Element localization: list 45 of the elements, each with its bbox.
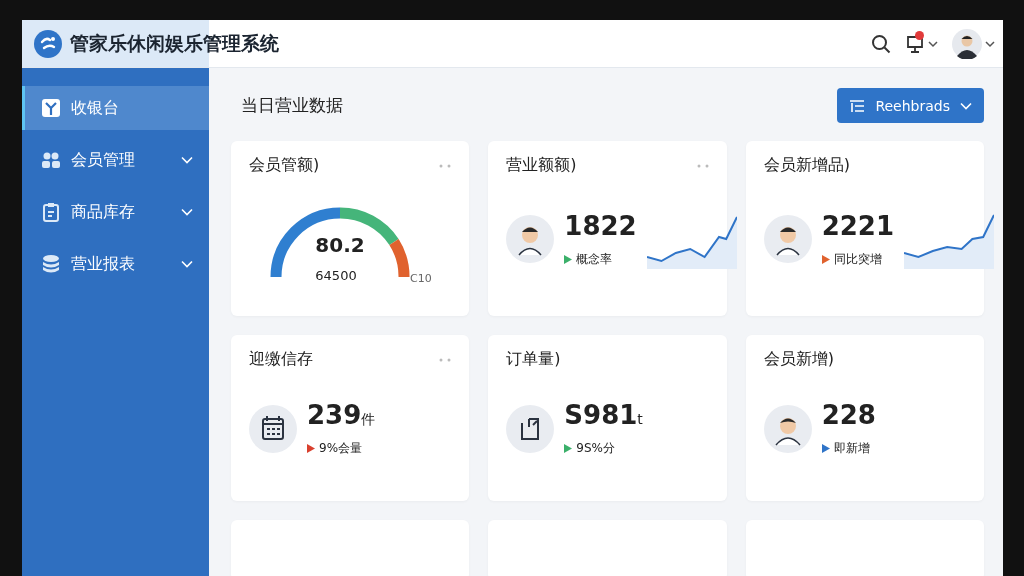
chevron-icon	[181, 260, 193, 268]
gauge-subvalue: 64500	[315, 267, 357, 283]
sidebar-item[interactable]: 商品库存	[22, 190, 209, 234]
chevron-icon	[960, 101, 972, 110]
trend-text: 同比突增	[833, 250, 882, 268]
app-title: 管家乐休闲娱乐管理系统	[70, 30, 279, 56]
caret-icon[interactable]	[985, 39, 995, 48]
page-title: 当日营业数据	[241, 94, 343, 117]
document-icon	[506, 404, 555, 453]
stat-value: S981t	[564, 400, 643, 430]
people-icon	[41, 150, 61, 170]
avatar-icon[interactable]	[952, 28, 982, 59]
person-avatar-icon	[763, 404, 812, 453]
card-title: 订单量)	[506, 349, 561, 370]
gauge-value: 80.2	[315, 232, 365, 257]
sidebar-item[interactable]: 营业报表	[22, 242, 209, 286]
search-icon[interactable]	[871, 33, 891, 54]
trend-text: 9%会量	[319, 440, 363, 457]
chevron-icon	[181, 156, 193, 164]
card-title: 营业额额)	[506, 155, 577, 176]
trend-text: 9S%分	[576, 440, 615, 457]
trend-text: 即新增	[833, 440, 870, 457]
card-title: 会员新增)	[763, 349, 834, 370]
gauge-max: C10	[410, 271, 432, 285]
card-title: 迎缴信存	[249, 349, 313, 370]
stat-value: 239件	[307, 400, 376, 430]
chevron-icon	[181, 208, 193, 216]
calendar-icon	[249, 404, 297, 453]
sidebar-item[interactable]: 会员管理	[22, 138, 209, 182]
caret-icon[interactable]	[928, 39, 938, 48]
logo-icon	[34, 29, 62, 58]
stat-value: 228	[821, 400, 876, 430]
stat-value: 2221	[821, 210, 895, 241]
card-title: 会员管额)	[249, 155, 320, 176]
card-title: 会员新增品)	[763, 155, 850, 176]
register-icon	[41, 98, 61, 118]
trend-text: 概念率	[576, 250, 613, 268]
clipboard-icon	[41, 202, 61, 222]
person-avatar-icon	[763, 215, 812, 263]
person-avatar-icon	[506, 215, 555, 263]
stat-value: 1822	[564, 210, 637, 241]
dashboards-button[interactable]: Reehbrads	[837, 88, 984, 123]
database-icon	[41, 254, 61, 274]
sidebar-item[interactable]: 收银台	[22, 86, 209, 130]
list-icon	[849, 98, 866, 113]
